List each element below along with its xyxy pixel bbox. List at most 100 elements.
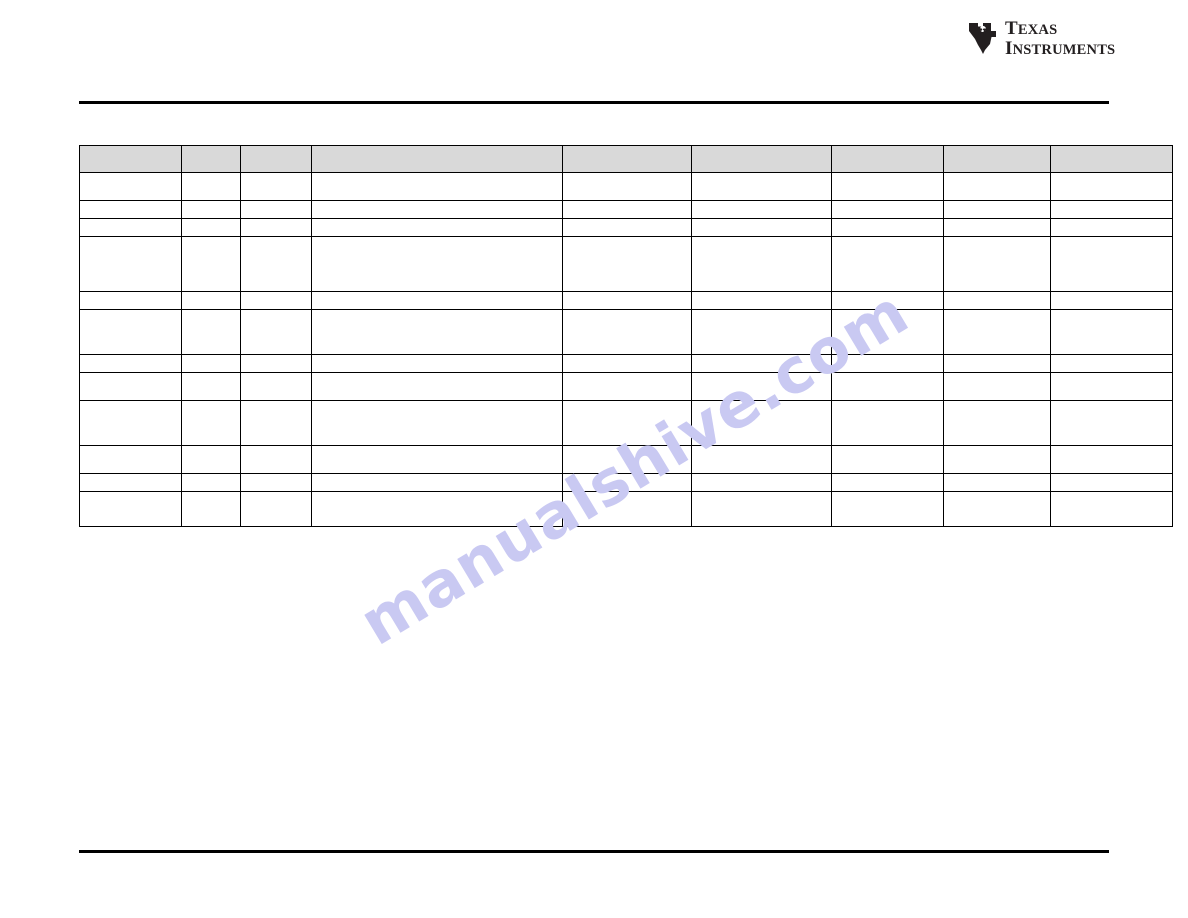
table-cell [240,491,312,527]
table-cell [831,200,944,219]
footer-rule [79,850,1109,853]
table-row [79,309,1173,355]
table-cell [311,200,563,219]
table-cell [1050,473,1173,492]
table-cell [240,218,312,237]
table-header [79,145,1173,173]
table-row [79,236,1173,292]
table-cell [831,372,944,401]
table-cell [240,372,312,401]
table-cell [79,354,182,373]
table-cell [181,473,241,492]
table-cell [562,200,692,219]
table-cell [943,372,1051,401]
table-cell [691,445,832,474]
table-cell [562,218,692,237]
table-cell [181,236,241,292]
table-cell [240,400,312,446]
table-header-cell-8 [943,145,1051,173]
table-cell [79,218,182,237]
table-cell [79,309,182,355]
table-header-row [79,145,1173,173]
table-header-cell-4 [311,145,563,173]
table-row [79,491,1173,527]
table-cell [1050,491,1173,527]
table-cell [943,445,1051,474]
table-cell [79,491,182,527]
table-row [79,218,1173,237]
table-cell [240,236,312,292]
table-cell [691,291,832,310]
table-cell [943,291,1051,310]
data-table [79,145,1173,527]
table-header-cell-3 [240,145,312,173]
table-cell [943,172,1051,201]
table-cell [562,309,692,355]
table-cell [1050,200,1173,219]
table-cell [831,218,944,237]
table-cell [240,473,312,492]
table-cell [181,218,241,237]
table-header-cell-5 [562,145,692,173]
table-cell [831,400,944,446]
table-cell [240,291,312,310]
table-cell [1050,236,1173,292]
table-cell [240,200,312,219]
table-cell [562,473,692,492]
table-cell [691,218,832,237]
table-cell [831,445,944,474]
table-cell [311,473,563,492]
table-cell [691,354,832,373]
table-row [79,473,1173,492]
table-row [79,445,1173,474]
table-cell [562,291,692,310]
table-cell [943,473,1051,492]
table-cell [562,372,692,401]
table-cell [562,236,692,292]
table-cell [240,354,312,373]
table-cell [311,309,563,355]
texas-instruments-logo: TEXAS INSTRUMENTS [968,17,1115,59]
ti-wordmark-line-texas: TEXAS [1005,17,1058,39]
table-header-cell-7 [831,145,944,173]
table-cell [562,172,692,201]
table-cell [181,400,241,446]
table-cell [943,400,1051,446]
table-cell [831,291,944,310]
table-cell [1050,372,1173,401]
table-cell [311,354,563,373]
table-cell [831,236,944,292]
ti-wordmark-line-instruments: INSTRUMENTS [1005,37,1116,59]
document-page: TEXAS INSTRUMENTS manualshive.com [0,0,1188,918]
table-row [79,291,1173,310]
table-body [79,172,1173,527]
table-cell [181,172,241,201]
table-cell [1050,354,1173,373]
table-cell [691,372,832,401]
table-cell [1050,309,1173,355]
table-cell [311,400,563,446]
header-rule [79,101,1109,104]
table-cell [562,400,692,446]
ti-texas-state-icon [969,22,996,54]
table-header-cell-9 [1050,145,1173,173]
table-cell [79,200,182,219]
table-cell [562,491,692,527]
ti-wordmark: TEXAS INSTRUMENTS [1005,19,1115,58]
table-cell [562,354,692,373]
table-cell [943,491,1051,527]
table-cell [79,473,182,492]
table-cell [311,236,563,292]
table-cell [691,491,832,527]
table-cell [1050,400,1173,446]
table-cell [831,172,944,201]
table-cell [943,200,1051,219]
table-cell [79,400,182,446]
table-cell [181,291,241,310]
table-cell [79,172,182,201]
table-row [79,200,1173,219]
table-header-cell-1 [79,145,182,173]
table-cell [691,400,832,446]
table-header-cell-6 [691,145,832,173]
table-cell [240,172,312,201]
